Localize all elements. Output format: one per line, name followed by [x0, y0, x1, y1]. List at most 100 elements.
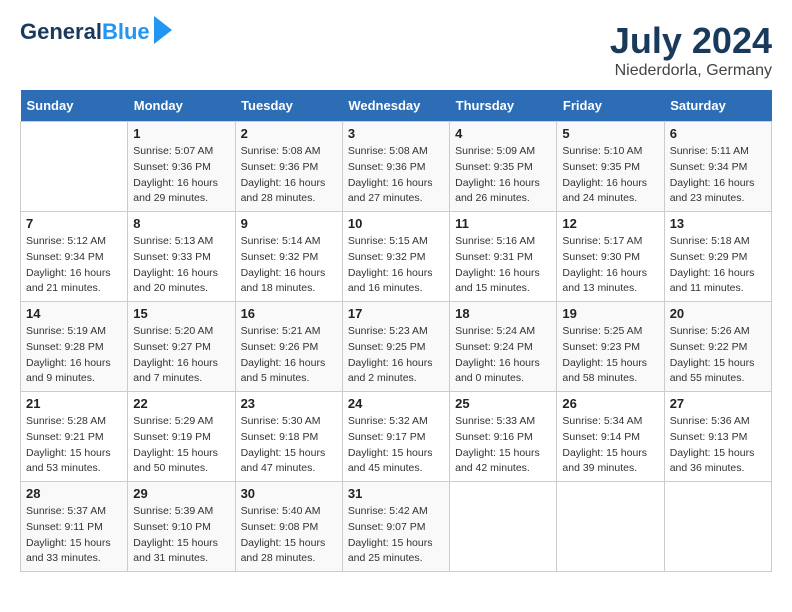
calendar-cell [557, 482, 664, 572]
calendar-cell: 12 Sunrise: 5:17 AMSunset: 9:30 PMDayligh… [557, 212, 664, 302]
day-info: Sunrise: 5:19 AMSunset: 9:28 PMDaylight:… [26, 324, 122, 387]
day-number: 27 [670, 396, 766, 411]
day-number: 19 [562, 306, 658, 321]
day-number: 14 [26, 306, 122, 321]
day-number: 10 [348, 216, 444, 231]
calendar-cell: 5Sunrise: 5:10 AMSunset: 9:35 PMDaylight… [557, 122, 664, 212]
calendar-cell: 24 Sunrise: 5:32 AMSunset: 9:17 PMDayligh… [342, 392, 449, 482]
day-info: Sunrise: 5:13 AMSunset: 9:33 PMDaylight:… [133, 234, 229, 297]
calendar-cell: 21 Sunrise: 5:28 AMSunset: 9:21 PMDayligh… [21, 392, 128, 482]
page-header: GeneralBlue July 2024 Niederdorla, Germa… [20, 20, 772, 80]
weekday-header-friday: Friday [557, 90, 664, 122]
day-info: Sunrise: 5:30 AMSunset: 9:18 PMDaylight:… [241, 414, 337, 477]
calendar-cell: 26 Sunrise: 5:34 AMSunset: 9:14 PMDayligh… [557, 392, 664, 482]
location-subtitle: Niederdorla, Germany [610, 62, 772, 80]
calendar-cell: 3 Sunrise: 5:08 AMSunset: 9:36 PMDaylight… [342, 122, 449, 212]
calendar-week-row: 28 Sunrise: 5:37 AMSunset: 9:11 PMDayligh… [21, 482, 772, 572]
calendar-cell: 9 Sunrise: 5:14 AMSunset: 9:32 PMDaylight… [235, 212, 342, 302]
day-info: Sunrise: 5:16 AMSunset: 9:31 PMDaylight:… [455, 234, 551, 297]
day-info: Sunrise: 5:36 AMSunset: 9:13 PMDaylight:… [670, 414, 766, 477]
calendar-cell: 16Sunrise: 5:21 AMSunset: 9:26 PMDayligh… [235, 302, 342, 392]
logo-text-general: GeneralBlue [20, 20, 150, 44]
day-info: Sunrise: 5:10 AMSunset: 9:35 PMDaylight:… [562, 144, 658, 207]
day-info: Sunrise: 5:24 AMSunset: 9:24 PMDaylight:… [455, 324, 551, 387]
calendar-cell: 27 Sunrise: 5:36 AMSunset: 9:13 PMDayligh… [664, 392, 771, 482]
calendar-cell: 10 Sunrise: 5:15 AMSunset: 9:32 PMDayligh… [342, 212, 449, 302]
calendar-cell: 14 Sunrise: 5:19 AMSunset: 9:28 PMDayligh… [21, 302, 128, 392]
day-number: 24 [348, 396, 444, 411]
day-number: 18 [455, 306, 551, 321]
calendar-cell: 25Sunrise: 5:33 AMSunset: 9:16 PMDayligh… [450, 392, 557, 482]
day-number: 11 [455, 216, 551, 231]
day-info: Sunrise: 5:32 AMSunset: 9:17 PMDaylight:… [348, 414, 444, 477]
day-number: 13 [670, 216, 766, 231]
logo: GeneralBlue [20, 20, 172, 44]
calendar-cell: 15 Sunrise: 5:20 AMSunset: 9:27 PMDayligh… [128, 302, 235, 392]
day-number: 4 [455, 126, 551, 141]
day-info: Sunrise: 5:09 AMSunset: 9:35 PMDaylight:… [455, 144, 551, 207]
weekday-header-row: SundayMondayTuesdayWednesdayThursdayFrid… [21, 90, 772, 122]
day-number: 23 [241, 396, 337, 411]
day-info: Sunrise: 5:08 AMSunset: 9:36 PMDaylight:… [348, 144, 444, 207]
calendar-cell: 29 Sunrise: 5:39 AMSunset: 9:10 PMDayligh… [128, 482, 235, 572]
title-block: July 2024 Niederdorla, Germany [610, 20, 772, 80]
day-info: Sunrise: 5:37 AMSunset: 9:11 PMDaylight:… [26, 504, 122, 567]
day-number: 30 [241, 486, 337, 501]
calendar-week-row: 21 Sunrise: 5:28 AMSunset: 9:21 PMDayligh… [21, 392, 772, 482]
calendar-cell: 6 Sunrise: 5:11 AMSunset: 9:34 PMDaylight… [664, 122, 771, 212]
calendar-week-row: 7 Sunrise: 5:12 AMSunset: 9:34 PMDaylight… [21, 212, 772, 302]
day-number: 2 [241, 126, 337, 141]
day-number: 12 [562, 216, 658, 231]
weekday-header-saturday: Saturday [664, 90, 771, 122]
day-info: Sunrise: 5:29 AMSunset: 9:19 PMDaylight:… [133, 414, 229, 477]
day-info: Sunrise: 5:40 AMSunset: 9:08 PMDaylight:… [241, 504, 337, 567]
calendar-cell [664, 482, 771, 572]
weekday-header-tuesday: Tuesday [235, 90, 342, 122]
day-info: Sunrise: 5:34 AMSunset: 9:14 PMDaylight:… [562, 414, 658, 477]
day-info: Sunrise: 5:18 AMSunset: 9:29 PMDaylight:… [670, 234, 766, 297]
logo-text-blue: Blue [102, 19, 150, 44]
day-number: 1 [133, 126, 229, 141]
day-number: 7 [26, 216, 122, 231]
day-info: Sunrise: 5:42 AMSunset: 9:07 PMDaylight:… [348, 504, 444, 567]
calendar-cell: 2Sunrise: 5:08 AMSunset: 9:36 PMDaylight… [235, 122, 342, 212]
day-number: 3 [348, 126, 444, 141]
calendar-cell: 23 Sunrise: 5:30 AMSunset: 9:18 PMDayligh… [235, 392, 342, 482]
calendar-cell [450, 482, 557, 572]
day-info: Sunrise: 5:11 AMSunset: 9:34 PMDaylight:… [670, 144, 766, 207]
calendar-week-row: 1Sunrise: 5:07 AMSunset: 9:36 PMDaylight… [21, 122, 772, 212]
calendar-cell: 8 Sunrise: 5:13 AMSunset: 9:33 PMDaylight… [128, 212, 235, 302]
day-number: 29 [133, 486, 229, 501]
calendar-table: SundayMondayTuesdayWednesdayThursdayFrid… [20, 90, 772, 572]
day-info: Sunrise: 5:39 AMSunset: 9:10 PMDaylight:… [133, 504, 229, 567]
calendar-header: SundayMondayTuesdayWednesdayThursdayFrid… [21, 90, 772, 122]
day-info: Sunrise: 5:23 AMSunset: 9:25 PMDaylight:… [348, 324, 444, 387]
day-number: 16 [241, 306, 337, 321]
day-info: Sunrise: 5:14 AMSunset: 9:32 PMDaylight:… [241, 234, 337, 297]
weekday-header-sunday: Sunday [21, 90, 128, 122]
day-number: 15 [133, 306, 229, 321]
day-info: Sunrise: 5:20 AMSunset: 9:27 PMDaylight:… [133, 324, 229, 387]
day-info: Sunrise: 5:15 AMSunset: 9:32 PMDaylight:… [348, 234, 444, 297]
day-info: Sunrise: 5:33 AMSunset: 9:16 PMDaylight:… [455, 414, 551, 477]
calendar-cell: 20Sunrise: 5:26 AMSunset: 9:22 PMDayligh… [664, 302, 771, 392]
calendar-cell: 13 Sunrise: 5:18 AMSunset: 9:29 PMDayligh… [664, 212, 771, 302]
calendar-cell: 11 Sunrise: 5:16 AMSunset: 9:31 PMDayligh… [450, 212, 557, 302]
day-info: Sunrise: 5:28 AMSunset: 9:21 PMDaylight:… [26, 414, 122, 477]
day-number: 8 [133, 216, 229, 231]
day-info: Sunrise: 5:17 AMSunset: 9:30 PMDaylight:… [562, 234, 658, 297]
day-number: 26 [562, 396, 658, 411]
day-number: 20 [670, 306, 766, 321]
day-number: 6 [670, 126, 766, 141]
day-number: 28 [26, 486, 122, 501]
calendar-body: 1Sunrise: 5:07 AMSunset: 9:36 PMDaylight… [21, 122, 772, 572]
calendar-week-row: 14 Sunrise: 5:19 AMSunset: 9:28 PMDayligh… [21, 302, 772, 392]
day-info: Sunrise: 5:12 AMSunset: 9:34 PMDaylight:… [26, 234, 122, 297]
calendar-cell: 1Sunrise: 5:07 AMSunset: 9:36 PMDaylight… [128, 122, 235, 212]
month-year-title: July 2024 [610, 20, 772, 62]
day-number: 9 [241, 216, 337, 231]
calendar-cell: 28 Sunrise: 5:37 AMSunset: 9:11 PMDayligh… [21, 482, 128, 572]
day-number: 31 [348, 486, 444, 501]
calendar-cell: 4 Sunrise: 5:09 AMSunset: 9:35 PMDaylight… [450, 122, 557, 212]
day-number: 21 [26, 396, 122, 411]
